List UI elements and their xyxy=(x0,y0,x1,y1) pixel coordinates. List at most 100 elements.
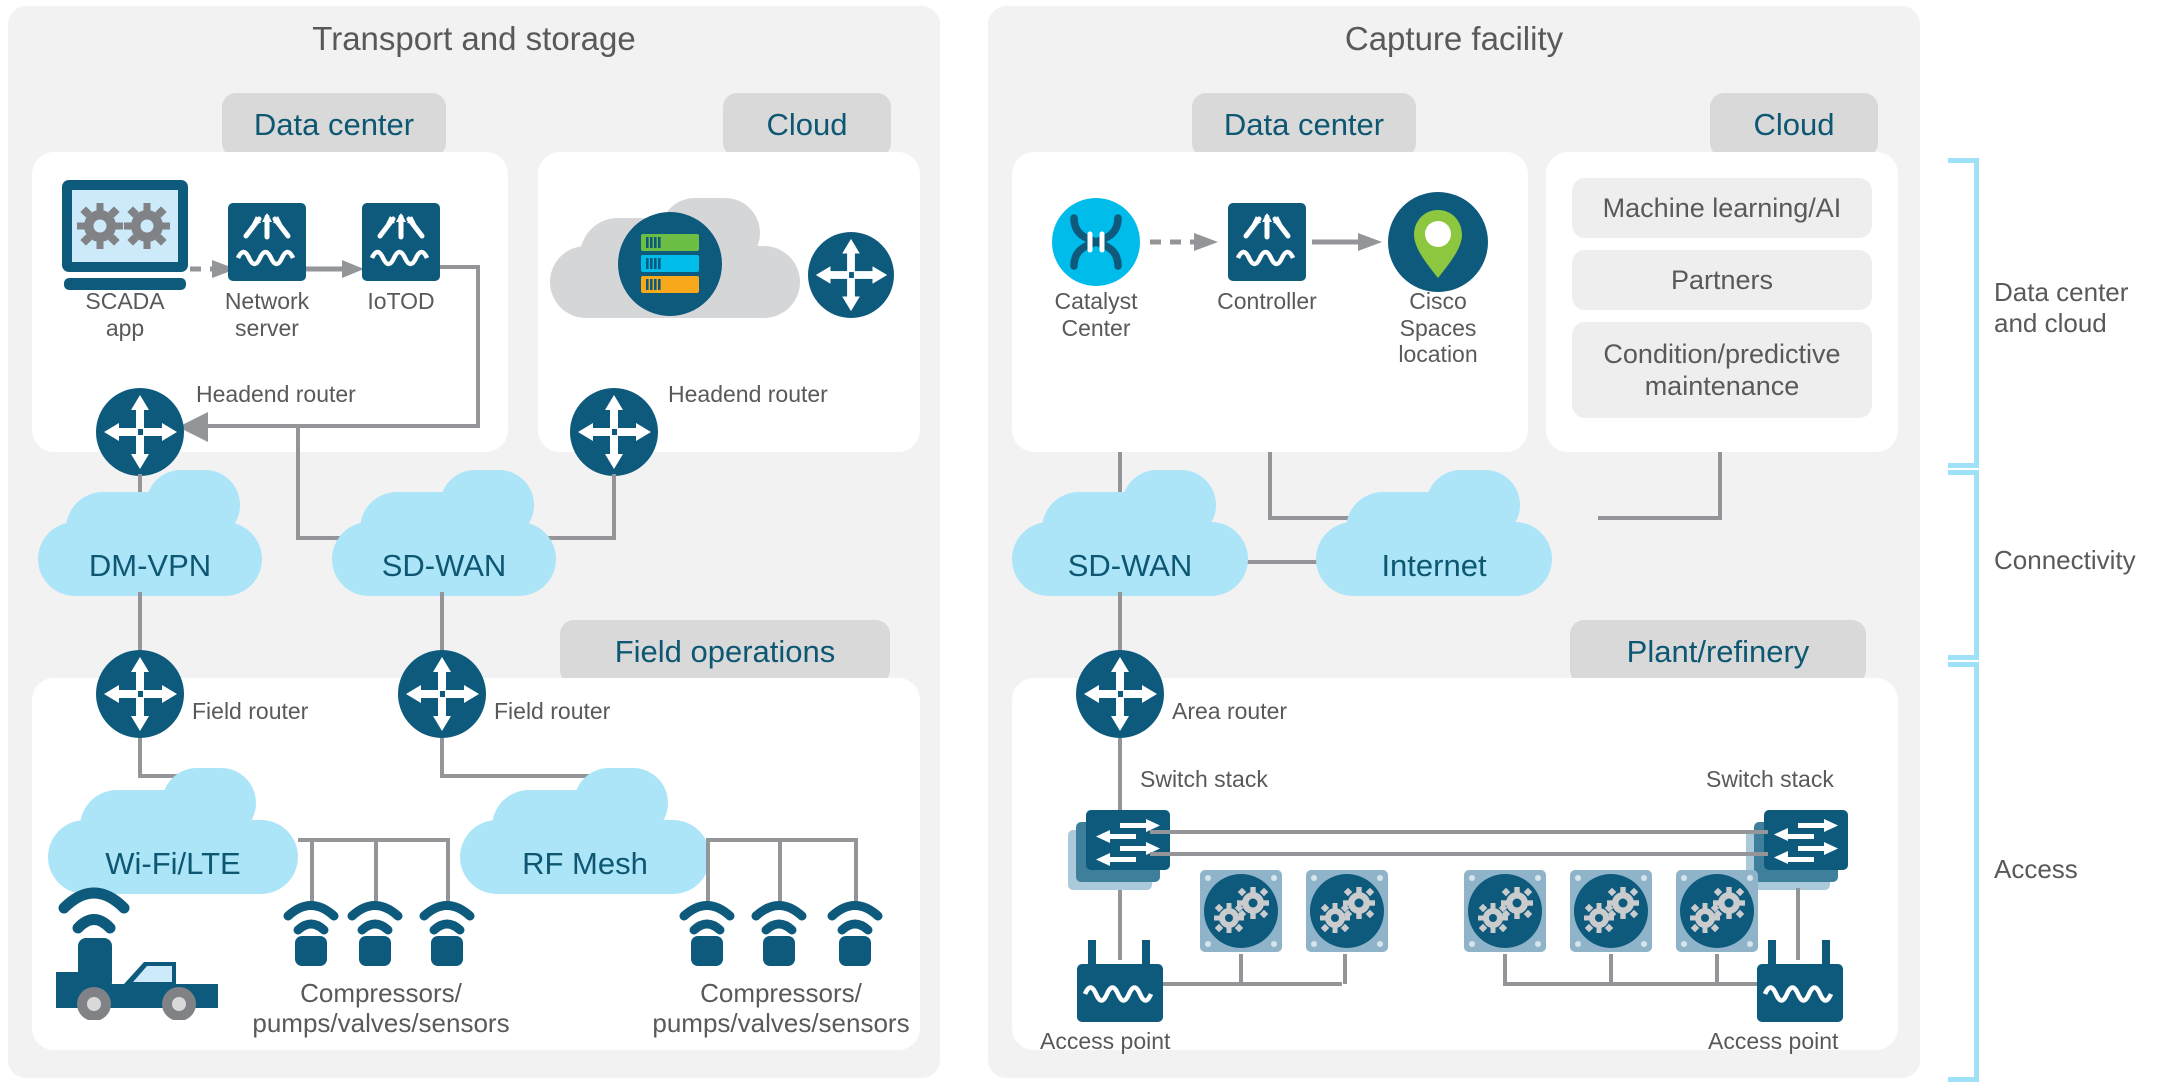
node-label-iotod: IoTOD xyxy=(367,288,435,314)
router-icon-field-router-1 xyxy=(96,650,184,738)
connector-sensor-leg-1c xyxy=(446,838,450,902)
node-label-sensors-2: Compressors/ pumps/valves/sensors xyxy=(652,978,910,1039)
machine-icon-2 xyxy=(1302,866,1392,956)
router-icon-cloud-zone xyxy=(808,232,894,318)
machine-icon-4 xyxy=(1566,866,1656,956)
zone-tag-field-operations: Field operations xyxy=(560,620,890,684)
connector-sensor-leg-2b xyxy=(778,838,782,902)
node-label-switch-stack-right: Switch stack xyxy=(1706,766,1834,792)
connector-to-headend-left xyxy=(200,424,478,428)
zone-tag-cloud-right: Cloud xyxy=(1710,93,1878,157)
node-label-area-router: Area router xyxy=(1172,698,1288,724)
connector-switch-trunk-b xyxy=(1150,852,1768,856)
wireless-sensor-icon-1b xyxy=(346,898,404,966)
cloud-service-card-2: Condition/predictive maintenance xyxy=(1572,322,1872,418)
connector-machine-leg-2 xyxy=(1343,954,1347,984)
node-label-field-router-1: Field router xyxy=(192,698,309,724)
connector-fr2-down xyxy=(440,738,444,778)
connector-sensor-leg-2c xyxy=(854,838,858,902)
connected-truck-icon xyxy=(48,880,238,1021)
cloud-label-sdwan-right: SD-WAN xyxy=(1067,548,1193,583)
cloud-label-dmvpn: DM-VPN xyxy=(88,548,212,583)
layer-label-data-center-and-cloud: Data center and cloud xyxy=(1994,277,2129,339)
node-label-sensors-1: Compressors/ pumps/valves/sensors xyxy=(252,978,510,1039)
connector-dc-right-to-internet-down xyxy=(1268,452,1272,520)
controller-network-icon xyxy=(1228,203,1306,281)
connector-headend-cloud-down xyxy=(612,474,616,540)
node-label-access-point-right: Access point xyxy=(1708,1028,1839,1054)
connector-cloudbox-to-internet xyxy=(1598,516,1722,520)
cloud-wifi-lte: Wi-Fi/LTE xyxy=(48,768,298,894)
node-label-access-point-left: Access point xyxy=(1040,1028,1171,1054)
wireless-sensor-icon-1c xyxy=(418,898,476,966)
connector-sdwan-to-field-router-2 xyxy=(440,592,444,654)
cloud-sdwan-left: SD-WAN xyxy=(332,470,556,596)
layer-bracket-connectivity xyxy=(1948,470,1979,660)
panel-title-capture: Capture facility xyxy=(1344,20,1564,57)
connector-machine-leg-1 xyxy=(1239,954,1243,984)
connector-machine-leg-5 xyxy=(1715,954,1719,984)
cloud-label-internet: Internet xyxy=(1381,548,1487,583)
connector-sdwan-internet xyxy=(1240,560,1324,564)
cloud-dmvpn: DM-VPN xyxy=(38,470,262,596)
iotod-network-icon xyxy=(362,203,440,281)
router-icon-field-router-2 xyxy=(398,650,486,738)
connector-network-server-to-iotod xyxy=(300,260,364,278)
connector-cloudbox-to-internet-down xyxy=(1718,452,1722,520)
layer-bracket-data-center-and-cloud xyxy=(1948,158,1979,468)
cloud-service-card-1: Partners xyxy=(1572,250,1872,310)
node-label-switch-stack-left: Switch stack xyxy=(1140,766,1268,792)
node-label-headend-router-cloud: Headend router xyxy=(668,381,828,407)
node-label-headend-router-dc: Headend router xyxy=(196,381,356,407)
node-label-cisco-spaces: Cisco Spaces location xyxy=(1398,288,1478,368)
connector-sensor-bus-2 xyxy=(706,838,858,842)
node-label-scada: SCADA app xyxy=(85,288,165,341)
connector-controller-to-spaces xyxy=(1312,233,1382,251)
connector-machine-leg-4 xyxy=(1609,954,1613,984)
catalyst-center-icon xyxy=(1052,198,1140,286)
connector-switch-trunk-a xyxy=(1150,830,1768,834)
cloud-internet: Internet xyxy=(1316,470,1552,596)
zone-tag-cloud-left: Cloud xyxy=(723,93,891,157)
wireless-sensor-icon-2a xyxy=(678,898,736,966)
connector-catalyst-to-controller xyxy=(1150,233,1218,251)
node-label-catalyst-center: Catalyst Center xyxy=(1054,288,1138,341)
layer-label-access: Access xyxy=(1994,854,2078,884)
map-pin-icon xyxy=(1388,192,1488,292)
zone-tag-data-center-right: Data center xyxy=(1192,93,1416,157)
cloud-label-sdwan-left: SD-WAN xyxy=(381,548,507,583)
zone-tag-plant-refinery: Plant/refinery xyxy=(1570,620,1866,684)
connector-machine-leg-3 xyxy=(1503,954,1507,984)
node-label-field-router-2: Field router xyxy=(494,698,611,724)
cloud-service-card-0: Machine learning/AI xyxy=(1572,178,1872,238)
router-icon-area-router xyxy=(1076,650,1164,738)
wireless-sensor-icon-2b xyxy=(750,898,808,966)
layer-bracket-access xyxy=(1948,662,1979,1082)
access-point-icon-left xyxy=(1072,938,1168,1024)
router-icon-headend-dc xyxy=(96,388,184,476)
connector-iotod-right xyxy=(440,265,480,269)
cloud-sdwan-right: SD-WAN xyxy=(1012,470,1248,596)
wireless-sensor-icon-1a xyxy=(282,898,340,966)
cloud-label-rf-mesh: RF Mesh xyxy=(522,846,648,881)
router-icon-headend-cloud xyxy=(570,388,658,476)
panel-title-transport: Transport and storage xyxy=(312,20,636,57)
node-label-controller: Controller xyxy=(1217,288,1317,314)
connector-sensor-leg-1b xyxy=(374,838,378,902)
layer-label-connectivity: Connectivity xyxy=(1994,545,2136,575)
database-icon xyxy=(618,212,722,316)
connector-branch-down-sdwan xyxy=(296,424,300,540)
connector-sdwan-to-area-router xyxy=(1118,592,1122,654)
machine-icon-3 xyxy=(1460,866,1550,956)
connector-sensor-leg-1a xyxy=(310,838,314,902)
machine-icon-1 xyxy=(1196,866,1286,956)
cloud-label-wifi-lte: Wi-Fi/LTE xyxy=(105,846,241,881)
connector-dmvpn-to-field-router-1 xyxy=(138,592,142,654)
laptop-gears-icon xyxy=(50,178,200,298)
zone-tag-data-center-left: Data center xyxy=(222,93,446,157)
machine-icon-5 xyxy=(1672,866,1762,956)
network-server-icon xyxy=(228,203,306,281)
wireless-sensor-icon-2c xyxy=(826,898,884,966)
access-point-icon-right xyxy=(1752,938,1848,1024)
connector-machine-bus-right xyxy=(1503,982,1765,986)
